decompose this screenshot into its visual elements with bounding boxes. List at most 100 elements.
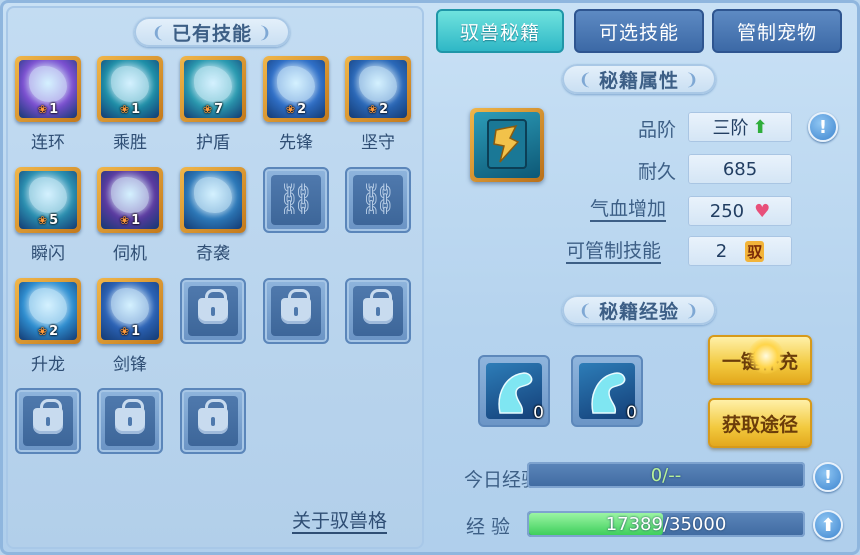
about-link[interactable]: 关于驭兽格 [292,510,388,534]
skill-slot[interactable]: ❀ 1 [15,56,81,122]
skill-name: 护盾 [196,133,230,153]
paw-icon: ❀ [119,214,130,227]
skill-name: 剑锋 [113,355,147,375]
paw-icon: ❀ [37,214,48,227]
skill-slot[interactable]: ❀ 2 [263,56,329,122]
swirl-right-icon: ❩ [685,300,700,320]
skill-name: 乘胜 [113,133,147,153]
paw-icon: ❀ [37,103,48,116]
skill-art [194,177,232,213]
crystal-icon: ❀ 2 [267,60,325,118]
locked-slot[interactable] [345,278,411,344]
skill-level: ❀ 1 [101,324,159,339]
locked-slot[interactable] [180,388,246,454]
bowl-icon: ❀ 2 [349,60,407,118]
durability-value: 685 [688,154,792,184]
locked-slot[interactable] [180,278,246,344]
secret-book[interactable] [470,108,544,182]
hp-bonus-label[interactable]: 气血增加 [590,198,667,222]
swirl-right-icon: ❩ [258,22,273,42]
strike-icon [184,171,242,229]
book-art [474,112,540,178]
skill-level-number: 1 [49,102,59,117]
lock-icon [198,289,228,324]
rank-up-arrow-icon: ⬆ [752,116,768,138]
locked-slot[interactable] [97,388,163,454]
item-count: 0 [533,403,544,423]
skill-level-number: 7 [214,102,224,117]
lock-icon [281,289,311,324]
skill-slot[interactable]: ❀ 5 [15,167,81,233]
book-icon [487,119,527,169]
skill-slot[interactable]: ❀ 2 [345,56,411,122]
book-exp-title: ❨ 秘籍经验 ❩ [562,295,716,325]
skill-art [359,66,397,102]
tab-controlled-pets[interactable]: 管制宠物 [712,9,842,53]
rank-value: 三阶 ⬆ [688,112,792,142]
paw-icon: ❀ [367,103,378,116]
skill-level: ❀ 2 [19,324,77,339]
skill-level-number: 5 [49,213,59,228]
lock-icon [33,399,63,434]
skill-name: 奇袭 [196,244,230,264]
exp-item-slot[interactable]: 0 [571,355,643,427]
chain-icon: ⛓ [276,182,316,217]
paw-icon: ❀ [119,103,130,116]
swirl-left-icon: ❨ [151,22,166,42]
paw-icon: ❀ [119,325,130,338]
skill-name: 连环 [31,133,65,153]
upgrade-arrow-button[interactable]: ⬆ [813,510,843,540]
today-exp-value: 0/-- [650,464,682,486]
swirl-right-icon: ❩ [685,69,700,89]
chained-slot[interactable]: ⛓ [263,167,329,233]
skill-slot[interactable]: ❀ 7 [180,56,246,122]
exp-item-slot[interactable]: 0 [478,355,550,427]
skill-level-number: 1 [131,324,141,339]
skill-level: ❀ 2 [267,102,325,117]
chained-slot[interactable]: ⛓ [345,167,411,233]
skill-slot[interactable]: ❀ 1 [97,278,163,344]
rank-info-button[interactable]: ! [808,112,838,142]
locked-slot[interactable] [15,388,81,454]
skill-name: 先锋 [279,133,313,153]
control-skill-label[interactable]: 可管制技能 [566,240,662,264]
tab-beast-book[interactable]: 驭兽秘籍 [436,9,564,53]
skill-name: 坚守 [361,133,395,153]
lock-icon [363,289,393,324]
swirl-left-icon: ❨ [578,69,593,89]
lock-icon [198,399,228,434]
heart-icon: ♥ [754,200,771,222]
swirl-left-icon: ❨ [578,300,593,320]
claw-icon: ❀ 1 [19,60,77,118]
skill-level: ❀ 1 [19,102,77,117]
arrow-sweep-icon: ❀ 1 [101,60,159,118]
skill-slot[interactable]: ❀ 1 [97,56,163,122]
locked-slot[interactable] [263,278,329,344]
skill-level: ❀ 2 [349,102,407,117]
book-props-title-text: 秘籍属性 [598,69,679,92]
rank-value-text: 三阶 [712,118,749,139]
skill-slot[interactable]: ❀ 2 [15,278,81,344]
today-exp-bar: 0/-- [527,462,805,488]
rank-label: 品阶 [637,119,676,141]
paw-icon: ❀ [37,325,48,338]
skill-art [111,177,149,213]
tab-optional-skills[interactable]: 可选技能 [574,9,704,53]
skill-level: ❀ 1 [101,102,159,117]
skill-slot[interactable]: ❀ 1 [97,167,163,233]
skill-art [277,66,315,102]
skill-art [29,288,67,324]
exp-label: 经 验 [466,516,511,538]
beast-icon: ❀ 5 [19,171,77,229]
control-skill-value-text: 2 [715,240,728,262]
skill-slot[interactable] [180,167,246,233]
control-skill-value: 2驭 [688,236,792,266]
paw-icon: ❀ [202,103,213,116]
skill-level-number: 2 [49,324,59,339]
chain-icon: ⛓ [358,182,398,217]
today-exp-info-button[interactable]: ! [813,462,843,492]
skill-level-number: 1 [131,213,141,228]
book-exp-title-text: 秘籍经验 [598,300,679,323]
obtain-route-button[interactable]: 获取途径 [708,398,812,448]
dragon-icon: ❀ 2 [19,282,77,340]
